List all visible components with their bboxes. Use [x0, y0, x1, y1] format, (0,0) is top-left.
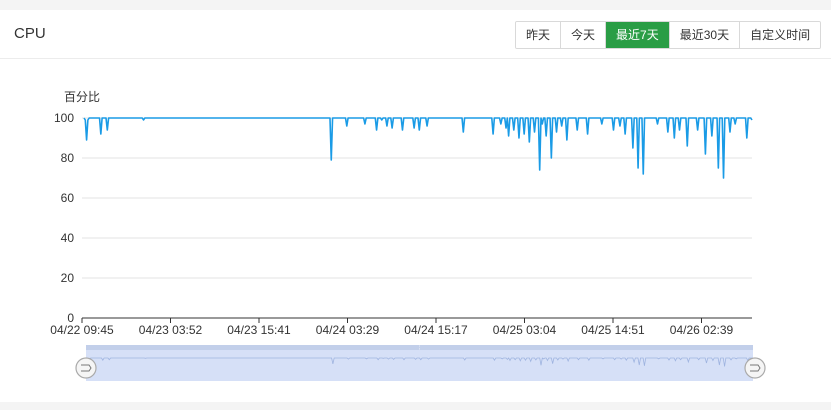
y-tick-label: 100	[54, 111, 74, 125]
cpu-usage-series-line	[83, 117, 753, 179]
y-tick-label: 40	[61, 231, 75, 245]
zoom-handle-left[interactable]	[75, 357, 97, 379]
x-tick-label: 04/25 03:04	[493, 323, 557, 337]
grid-lines	[82, 117, 752, 279]
x-tick-label: 04/23 03:52	[139, 323, 203, 337]
y-axis-label: 百分比	[64, 90, 100, 104]
zoom-slider: ⁞	[75, 345, 766, 381]
zoom-handle-right[interactable]	[744, 357, 766, 379]
zoom-grip-marks: ⁞	[419, 346, 420, 352]
x-tick-label: 04/22 09:45	[50, 323, 114, 337]
y-tick-label: 60	[61, 191, 75, 205]
x-axis-ticks: 04/22 09:45 04/23 03:52 04/23 15:41 04/24 0…	[50, 318, 734, 337]
y-tick-label: 80	[61, 151, 75, 165]
x-tick-label: 04/25 14:51	[581, 323, 645, 337]
cpu-chart: 020406080100 百分比 04/22 09:45 04/23 03:52 0…	[50, 90, 766, 381]
x-tick-label: 04/24 15:17	[404, 323, 468, 337]
x-tick-label: 04/24 03:29	[316, 323, 380, 337]
y-tick-label: 20	[61, 271, 75, 285]
y-axis-ticks: 020406080100	[54, 111, 74, 325]
x-tick-label: 04/23 15:41	[227, 323, 291, 337]
x-tick-label: 04/26 02:39	[670, 323, 734, 337]
